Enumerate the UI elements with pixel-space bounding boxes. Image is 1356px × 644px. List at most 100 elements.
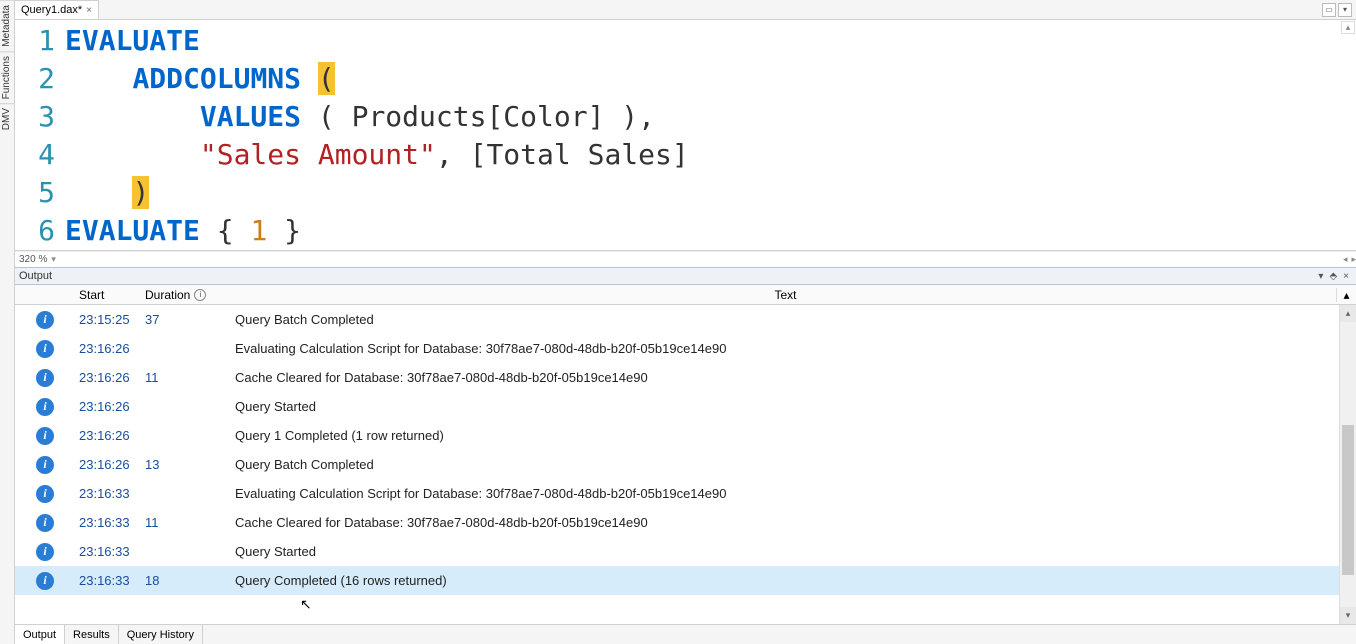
line-number: 2 bbox=[15, 60, 65, 98]
window-control-icon[interactable]: ▭ bbox=[1322, 3, 1336, 17]
output-rows: i23:15:2537Query Batch Completedi23:16:2… bbox=[15, 305, 1356, 624]
code-token: ( bbox=[318, 62, 335, 95]
row-icon-cell: i bbox=[15, 572, 75, 590]
code-line[interactable]: EVALUATE bbox=[65, 22, 1340, 60]
output-title: Output bbox=[19, 270, 1315, 282]
row-text: Query Completed (16 rows returned) bbox=[235, 573, 1356, 588]
code-token: ) bbox=[132, 176, 149, 209]
code-area[interactable]: EVALUATE ADDCOLUMNS ( VALUES ( Products[… bbox=[65, 20, 1340, 250]
zoom-indicator[interactable]: 320 % ▾ ◂ ▸ bbox=[15, 251, 1356, 267]
info-icon: i bbox=[36, 572, 54, 590]
row-start: 23:15:25 bbox=[75, 312, 145, 327]
code-line[interactable]: ) bbox=[65, 174, 1340, 212]
code-token bbox=[65, 100, 200, 133]
pin-icon[interactable]: ⬘ bbox=[1326, 271, 1340, 282]
output-row[interactable]: i23:15:2537Query Batch Completed bbox=[15, 305, 1356, 334]
output-row[interactable]: i23:16:33Query Started bbox=[15, 537, 1356, 566]
row-text: Cache Cleared for Database: 30f78ae7-080… bbox=[235, 515, 1356, 530]
output-vscroll[interactable]: ▴ ▾ bbox=[1339, 305, 1356, 624]
code-editor[interactable]: 123456 EVALUATE ADDCOLUMNS ( VALUES ( Pr… bbox=[15, 20, 1356, 251]
output-panel: Output ▾ ⬘ × Start Duration i Text ▴ i23… bbox=[15, 267, 1356, 644]
bottom-tabs: Output Results Query History bbox=[15, 624, 1356, 644]
line-gutter: 123456 bbox=[15, 20, 65, 250]
row-text: Query Batch Completed bbox=[235, 457, 1356, 472]
output-row[interactable]: i23:16:26Evaluating Calculation Script f… bbox=[15, 334, 1356, 363]
bottom-tab-output[interactable]: Output bbox=[15, 625, 65, 644]
code-line[interactable]: "Sales Amount", [Total Sales] bbox=[65, 136, 1340, 174]
code-token: ( Products[Color] ), bbox=[301, 100, 655, 133]
output-row[interactable]: i23:16:2613Query Batch Completed bbox=[15, 450, 1356, 479]
info-icon: i bbox=[36, 427, 54, 445]
code-token: ADDCOLUMNS bbox=[132, 62, 301, 95]
scroll-up-icon[interactable]: ▴ bbox=[1341, 21, 1355, 34]
code-token bbox=[65, 176, 132, 209]
line-number: 3 bbox=[15, 98, 65, 136]
output-row[interactable]: i23:16:26Query Started bbox=[15, 392, 1356, 421]
output-row[interactable]: i23:16:33Evaluating Calculation Script f… bbox=[15, 479, 1356, 508]
side-panel: Metadata Functions DMV bbox=[0, 0, 15, 644]
code-token bbox=[65, 138, 200, 171]
close-icon[interactable]: × bbox=[86, 5, 92, 16]
info-icon: i bbox=[36, 485, 54, 503]
scroll-thumb[interactable] bbox=[1342, 425, 1354, 575]
code-token: } bbox=[267, 214, 301, 247]
row-icon-cell: i bbox=[15, 398, 75, 416]
side-tab-metadata[interactable]: Metadata bbox=[0, 0, 14, 51]
row-icon-cell: i bbox=[15, 340, 75, 358]
bottom-tab-query-history[interactable]: Query History bbox=[119, 625, 203, 644]
code-line[interactable]: EVALUATE { 1 } bbox=[65, 212, 1340, 250]
row-duration: 18 bbox=[145, 573, 235, 588]
code-token: , [Total Sales] bbox=[436, 138, 689, 171]
code-token: EVALUATE bbox=[65, 24, 200, 57]
info-icon: i bbox=[36, 311, 54, 329]
row-duration: 11 bbox=[145, 515, 235, 530]
col-start[interactable]: Start bbox=[75, 288, 145, 302]
output-row[interactable]: i 23:16:26 Query 1 Completed (1 row return… bbox=[15, 421, 1356, 450]
output-close-icon[interactable]: × bbox=[1340, 271, 1352, 282]
code-token: 1 bbox=[250, 214, 267, 247]
output-row[interactable]: i 23:16:3311Cache Cleared for Database: 3… bbox=[15, 508, 1356, 537]
output-row[interactable]: i23:16:3318Query Completed (16 rows retu… bbox=[15, 566, 1356, 595]
col-duration[interactable]: Duration i bbox=[145, 288, 235, 302]
scroll-top-icon[interactable]: ▴ bbox=[1336, 288, 1356, 302]
info-icon: i bbox=[36, 369, 54, 387]
row-duration: 13 bbox=[145, 457, 235, 472]
code-token: "Sales Amount" bbox=[200, 138, 436, 171]
tab-label: Query1.dax* bbox=[21, 4, 82, 16]
code-token bbox=[65, 62, 132, 95]
row-text: Query 1 Completed (1 row returned) bbox=[235, 428, 1356, 443]
side-tab-functions[interactable]: Functions bbox=[0, 51, 14, 103]
row-icon-cell: i bbox=[15, 485, 75, 503]
code-line[interactable]: VALUES ( Products[Color] ), bbox=[65, 98, 1340, 136]
row-text: Evaluating Calculation Script for Databa… bbox=[235, 486, 1356, 501]
code-line[interactable]: ADDCOLUMNS ( bbox=[65, 60, 1340, 98]
scroll-up-icon[interactable]: ▴ bbox=[1340, 305, 1356, 322]
output-row[interactable]: i23:16:2611Cache Cleared for Database: 3… bbox=[15, 363, 1356, 392]
tab-query1[interactable]: Query1.dax* × bbox=[15, 0, 99, 19]
zoom-dropdown-icon[interactable]: ▾ bbox=[51, 254, 56, 265]
row-icon-cell: i bbox=[15, 456, 75, 474]
hscroll-left-icon[interactable]: ◂ bbox=[1343, 254, 1348, 265]
side-tab-dmv[interactable]: DMV bbox=[0, 103, 14, 134]
line-number: 4 bbox=[15, 136, 65, 174]
info-icon: i bbox=[36, 456, 54, 474]
col-text[interactable]: Text bbox=[235, 288, 1336, 302]
row-start: 23:16:26 bbox=[75, 341, 145, 356]
window-dropdown-icon[interactable]: ▾ bbox=[1338, 3, 1352, 17]
line-number: 5 bbox=[15, 174, 65, 212]
row-start: 23:16:33 bbox=[75, 515, 145, 530]
output-dropdown-icon[interactable]: ▾ bbox=[1315, 271, 1326, 282]
info-icon: i bbox=[194, 289, 206, 301]
editor-scrollbar[interactable]: ▴ bbox=[1340, 20, 1356, 250]
code-token bbox=[301, 62, 318, 95]
row-start: 23:16:26 bbox=[75, 428, 145, 443]
output-columns: Start Duration i Text ▴ bbox=[15, 285, 1356, 305]
hscroll-right-icon[interactable]: ▸ bbox=[1351, 254, 1356, 265]
zoom-value: 320 % bbox=[19, 254, 47, 265]
info-icon: i bbox=[36, 514, 54, 532]
bottom-tab-results[interactable]: Results bbox=[65, 625, 119, 644]
code-token: VALUES bbox=[200, 100, 301, 133]
output-header: Output ▾ ⬘ × bbox=[15, 267, 1356, 285]
row-text: Query Started bbox=[235, 544, 1356, 559]
scroll-down-icon[interactable]: ▾ bbox=[1340, 607, 1356, 624]
